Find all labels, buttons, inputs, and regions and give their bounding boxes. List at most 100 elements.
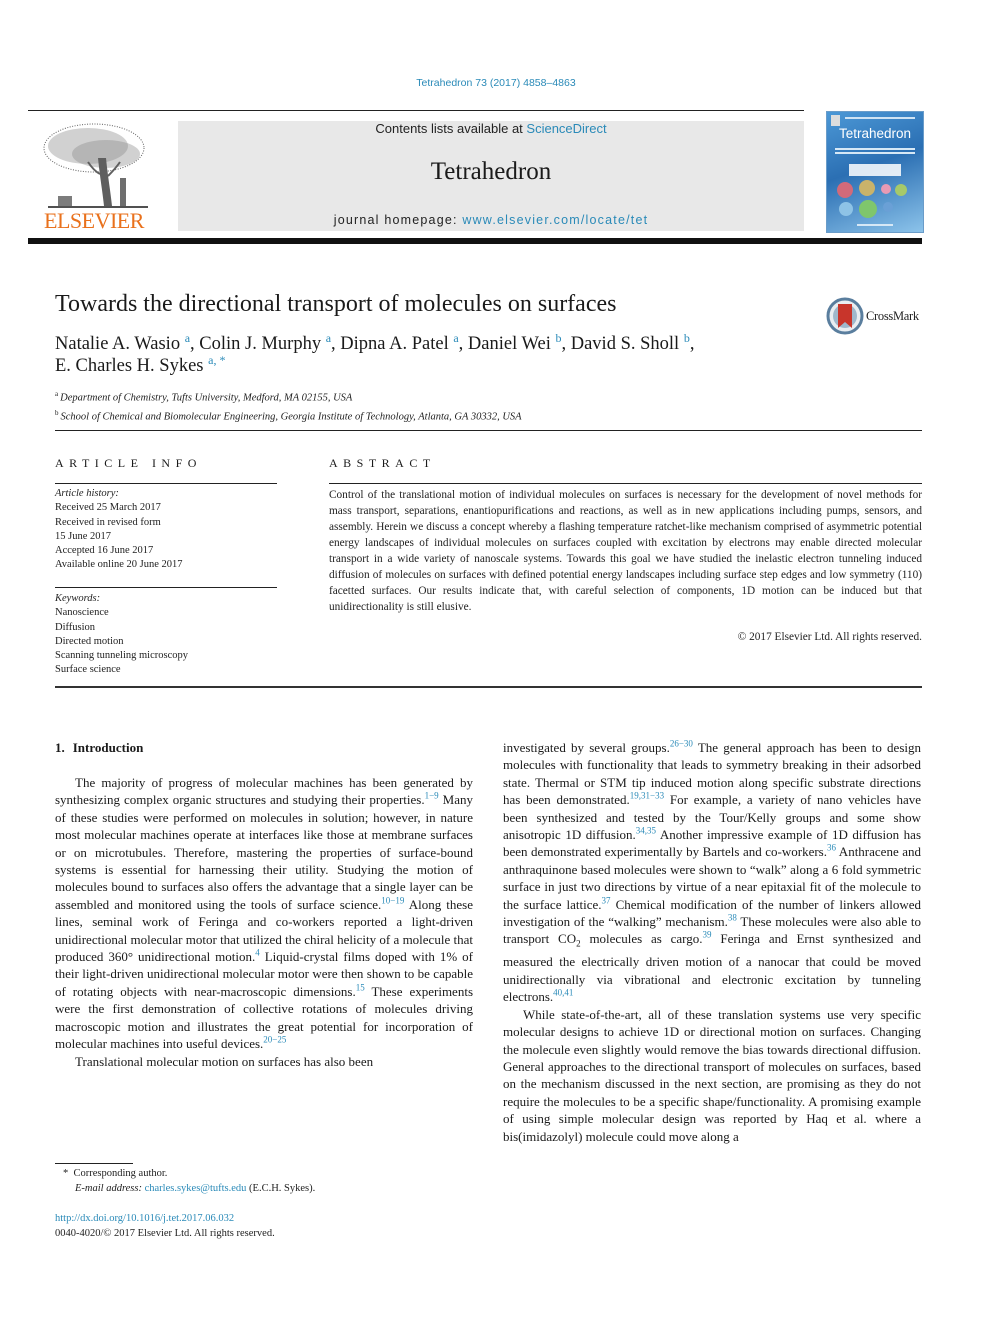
history-item: Received in revised form bbox=[55, 516, 161, 528]
affiliation-text: School of Chemical and Biomolecular Engi… bbox=[60, 411, 522, 422]
footnote-rule bbox=[55, 1163, 133, 1164]
footnote-text: Corresponding author. bbox=[73, 1168, 168, 1179]
journal-homepage: journal homepage: www.elsevier.com/locat… bbox=[178, 213, 804, 227]
history-label: Article history: bbox=[55, 488, 119, 499]
author-name: Colin J. Murphy bbox=[199, 334, 322, 354]
header-rule bbox=[28, 110, 804, 111]
doi-block: http://dx.doi.org/10.1016/j.tet.2017.06.… bbox=[55, 1211, 275, 1241]
citation-ref[interactable]: 26−30 bbox=[670, 739, 693, 749]
citation-ref[interactable]: 38 bbox=[728, 913, 737, 923]
elsevier-wordmark: ELSEVIER bbox=[44, 208, 144, 233]
author-separator: , bbox=[458, 334, 468, 354]
email-label: E-mail address: bbox=[75, 1183, 142, 1194]
keyword[interactable]: Surface science bbox=[55, 663, 188, 677]
paragraph: investigated by several groups.26−30 The… bbox=[503, 738, 922, 1005]
affiliations: a Department of Chemistry, Tufts Universi… bbox=[55, 387, 522, 424]
subscript: 2 bbox=[576, 939, 581, 950]
affiliation: b School of Chemical and Biomolecular Eng… bbox=[55, 406, 522, 425]
author[interactable]: Colin J. Murphy a, bbox=[199, 332, 340, 354]
crossmark-label: CrossMark bbox=[866, 309, 919, 323]
corresponding-author-note: * Corresponding author. bbox=[63, 1166, 315, 1181]
citation-ref[interactable]: 39 bbox=[703, 930, 712, 940]
crossmark-icon bbox=[826, 297, 864, 335]
affiliation: a Department of Chemistry, Tufts Universi… bbox=[55, 387, 522, 406]
keyword[interactable]: Directed motion bbox=[55, 635, 188, 649]
body-column-left: The majority of progress of molecular ma… bbox=[55, 774, 473, 1070]
citation-ref[interactable]: 34,35 bbox=[636, 826, 656, 836]
citation-ref[interactable]: 36 bbox=[827, 843, 836, 853]
body-column-right: investigated by several groups.26−30 The… bbox=[503, 739, 921, 1145]
cover-footer-line bbox=[857, 224, 893, 226]
cover-publisher-icon bbox=[831, 115, 840, 126]
sciencedirect-link[interactable]: ScienceDirect bbox=[526, 121, 606, 136]
masthead-rule bbox=[28, 238, 922, 244]
affiliation-mark[interactable]: a, * bbox=[208, 353, 225, 367]
journal-cover-image[interactable]: Tetrahedron bbox=[826, 111, 924, 233]
history-item: Received 25 March 2017 bbox=[55, 502, 161, 514]
affiliation-mark: b bbox=[55, 408, 59, 417]
citation-ref[interactable]: 15 bbox=[356, 983, 365, 993]
homepage-link[interactable]: www.elsevier.com/locate/tet bbox=[462, 213, 648, 227]
affiliation-rule bbox=[55, 430, 922, 431]
author-separator: , bbox=[190, 334, 200, 354]
author[interactable]: Natalie A. Wasio a, bbox=[55, 332, 200, 354]
article-info-heading: ARTICLE INFO bbox=[55, 456, 202, 470]
author[interactable]: Dipna A. Patel a, bbox=[340, 332, 468, 354]
citation-ref[interactable]: 4 bbox=[255, 948, 260, 958]
citation-ref[interactable]: 10−19 bbox=[381, 896, 404, 906]
cover-molecule-graphic bbox=[839, 202, 853, 216]
crossmark-badge[interactable]: CrossMark bbox=[826, 297, 926, 335]
email-link[interactable]: charles.sykes@tufts.edu bbox=[145, 1183, 247, 1194]
abstract-text: Control of the translational motion of i… bbox=[329, 489, 922, 613]
email-note: E-mail address: charles.sykes@tufts.edu … bbox=[63, 1181, 315, 1196]
author-name: E. Charles H. Sykes bbox=[55, 356, 204, 376]
journal-citation[interactable]: Tetrahedron 73 (2017) 4858–4863 bbox=[0, 77, 992, 89]
keyword[interactable]: Nanoscience bbox=[55, 606, 188, 620]
citation-ref[interactable]: 1−9 bbox=[425, 791, 439, 801]
cover-molecule-graphic bbox=[859, 180, 875, 196]
section-title: Introduction bbox=[72, 740, 144, 755]
keyword[interactable]: Diffusion bbox=[55, 621, 188, 635]
elsevier-logo[interactable]: ELSEVIER bbox=[28, 118, 160, 234]
paragraph: Translational molecular motion on surfac… bbox=[75, 1053, 374, 1069]
citation-ref[interactable]: 19,31−33 bbox=[630, 791, 664, 801]
frontmatter-rule bbox=[55, 686, 922, 688]
info-rule bbox=[55, 587, 277, 588]
author-name: Daniel Wei bbox=[467, 334, 551, 354]
cover-molecule-graphic bbox=[881, 184, 891, 194]
cover-text-block bbox=[849, 164, 901, 176]
journal-title: Tetrahedron bbox=[430, 158, 552, 185]
cover-header-line bbox=[845, 117, 915, 119]
abstract-rule bbox=[329, 483, 922, 484]
author-list: Natalie A. Wasio a, Colin J. Murphy a, D… bbox=[55, 332, 795, 377]
tree-icon bbox=[43, 123, 148, 208]
footnotes: * Corresponding author. E-mail address: … bbox=[63, 1166, 315, 1196]
contents-availability: Contents lists available at ScienceDirec… bbox=[178, 121, 804, 136]
citation-ref[interactable]: 37 bbox=[602, 895, 611, 905]
history-item: Accepted 16 June 2017 bbox=[55, 545, 154, 557]
cover-subtitle-line bbox=[835, 152, 915, 154]
paragraph: While state-of-the-art, all of these tra… bbox=[503, 1006, 921, 1144]
author[interactable]: David S. Sholl b, bbox=[571, 332, 695, 354]
email-suffix: (E.C.H. Sykes). bbox=[246, 1183, 316, 1194]
citation-ref[interactable]: 40,41 bbox=[553, 988, 573, 998]
section-heading-introduction: 1. Introduction bbox=[55, 740, 143, 756]
history-item: Available online 20 June 2017 bbox=[55, 559, 183, 571]
doi-link[interactable]: http://dx.doi.org/10.1016/j.tet.2017.06.… bbox=[55, 1213, 234, 1224]
keywords-label: Keywords: bbox=[55, 593, 101, 604]
paragraph: The majority of progress of molecular ma… bbox=[55, 775, 473, 1052]
section-number: 1. bbox=[55, 740, 65, 755]
author-name: Dipna A. Patel bbox=[340, 334, 449, 354]
cover-molecule-graphic bbox=[895, 184, 907, 196]
keywords: Keywords: Nanoscience Diffusion Directed… bbox=[55, 592, 188, 678]
journal-masthead: Contents lists available at ScienceDirec… bbox=[178, 121, 804, 231]
info-rule bbox=[55, 483, 277, 484]
affiliation-mark: a bbox=[55, 390, 59, 398]
author[interactable]: E. Charles H. Sykes a, * bbox=[55, 353, 225, 376]
cover-title: Tetrahedron bbox=[838, 126, 912, 141]
citation-ref[interactable]: 20−25 bbox=[263, 1035, 286, 1045]
abstract-copyright: © 2017 Elsevier Ltd. All rights reserved… bbox=[737, 631, 922, 643]
author[interactable]: Daniel Wei b, bbox=[467, 332, 571, 354]
history-item: 15 June 2017 bbox=[55, 530, 111, 542]
keyword[interactable]: Scanning tunneling microscopy bbox=[55, 649, 188, 663]
